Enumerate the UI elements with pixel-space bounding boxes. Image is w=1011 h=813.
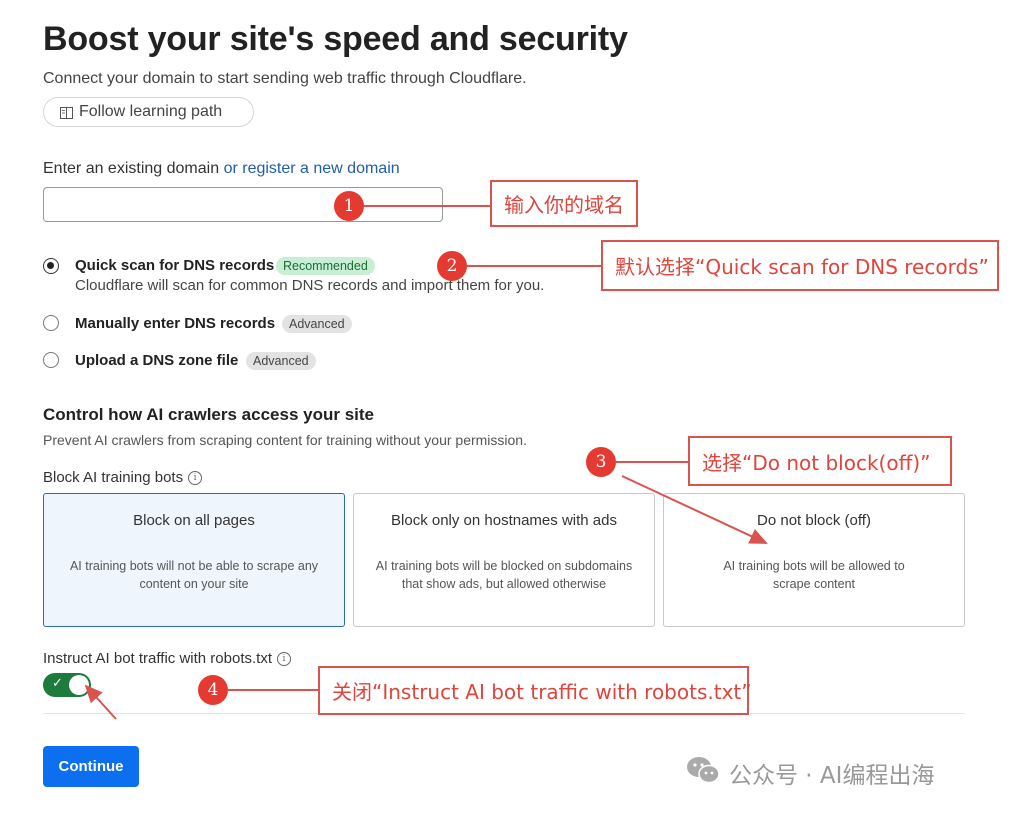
upload-zone-label: Upload a DNS zone file (75, 352, 239, 369)
radio-quick-scan[interactable] (43, 258, 59, 274)
robots-txt-text: Instruct AI bot traffic with robots.txt (43, 650, 272, 667)
robots-txt-label: Instruct AI bot traffic with robots.txt … (43, 650, 291, 667)
info-icon[interactable]: i (276, 651, 291, 666)
card-description: AI training bots will be allowed to scra… (723, 559, 905, 591)
follow-learning-path-button[interactable]: Follow learning path (43, 97, 254, 127)
annotation-arrow-4 (84, 684, 117, 720)
annotation-marker-3: 3 (586, 447, 616, 477)
block-ai-bots-label: Block AI training bots i (43, 469, 203, 486)
advanced-badge: Advanced (246, 352, 316, 370)
info-icon[interactable]: i (188, 470, 203, 485)
book-icon (60, 106, 73, 119)
annotation-marker-4: 4 (198, 675, 228, 705)
robots-txt-toggle[interactable]: ✓ (43, 673, 91, 697)
block-ai-bots-text: Block AI training bots (43, 469, 184, 486)
card-description: AI training bots will not be able to scr… (69, 559, 319, 591)
manual-dns-label: Manually enter DNS records (75, 315, 276, 332)
annotation-callout-4: 关闭“Instruct AI bot traffic with robots.t… (318, 666, 752, 715)
domain-label-text: Enter an existing domain (43, 160, 220, 177)
annotation-callout-3: 选择“Do not block(off)” (688, 436, 952, 486)
page-subtitle: Connect your domain to start sending web… (43, 70, 527, 87)
card-title: Block on all pages (133, 512, 255, 529)
check-icon: ✓ (52, 675, 63, 690)
ai-section-description: Prevent AI crawlers from scraping conten… (43, 432, 527, 448)
quick-scan-description: Cloudflare will scan for common DNS reco… (75, 277, 545, 294)
annotation-marker-2: 2 (437, 251, 467, 281)
continue-button[interactable]: Continue (43, 746, 139, 787)
card-description: AI training bots will be blocked on subd… (375, 559, 633, 591)
advanced-badge: Advanced (282, 315, 352, 333)
page-title: Boost your site's speed and security (43, 20, 628, 58)
annotation-callout-1: 输入你的域名 (490, 180, 638, 227)
card-block-all-pages[interactable]: Block on all pages AI training bots will… (43, 493, 345, 627)
card-block-ads-hostnames[interactable]: Block only on hostnames with ads AI trai… (353, 493, 655, 627)
annotation-callout-2: 默认选择“Quick scan for DNS records” (601, 240, 999, 291)
watermark-text: 公众号 · AI编程出海 (729, 763, 935, 789)
radio-upload-zone[interactable] (43, 352, 59, 368)
radio-manual-dns[interactable] (43, 315, 59, 331)
follow-learning-path-label: Follow learning path (79, 103, 223, 120)
card-do-not-block[interactable]: Do not block (off) AI training bots will… (663, 493, 965, 627)
register-domain-link[interactable]: or register a new domain (224, 160, 400, 177)
annotation-marker-1: 1 (334, 191, 364, 221)
recommended-badge: Recommended (276, 257, 375, 275)
quick-scan-label: Quick scan for DNS records (75, 257, 275, 274)
toggle-knob (69, 675, 89, 695)
domain-input[interactable] (43, 187, 443, 222)
wechat-icon (685, 755, 721, 791)
watermark: 公众号 · AI编程出海 (685, 755, 934, 791)
ai-section-title: Control how AI crawlers access your site (43, 405, 374, 424)
card-title: Block only on hostnames with ads (391, 512, 617, 529)
domain-label: Enter an existing domain or register a n… (43, 160, 400, 178)
card-title: Do not block (off) (757, 512, 871, 529)
